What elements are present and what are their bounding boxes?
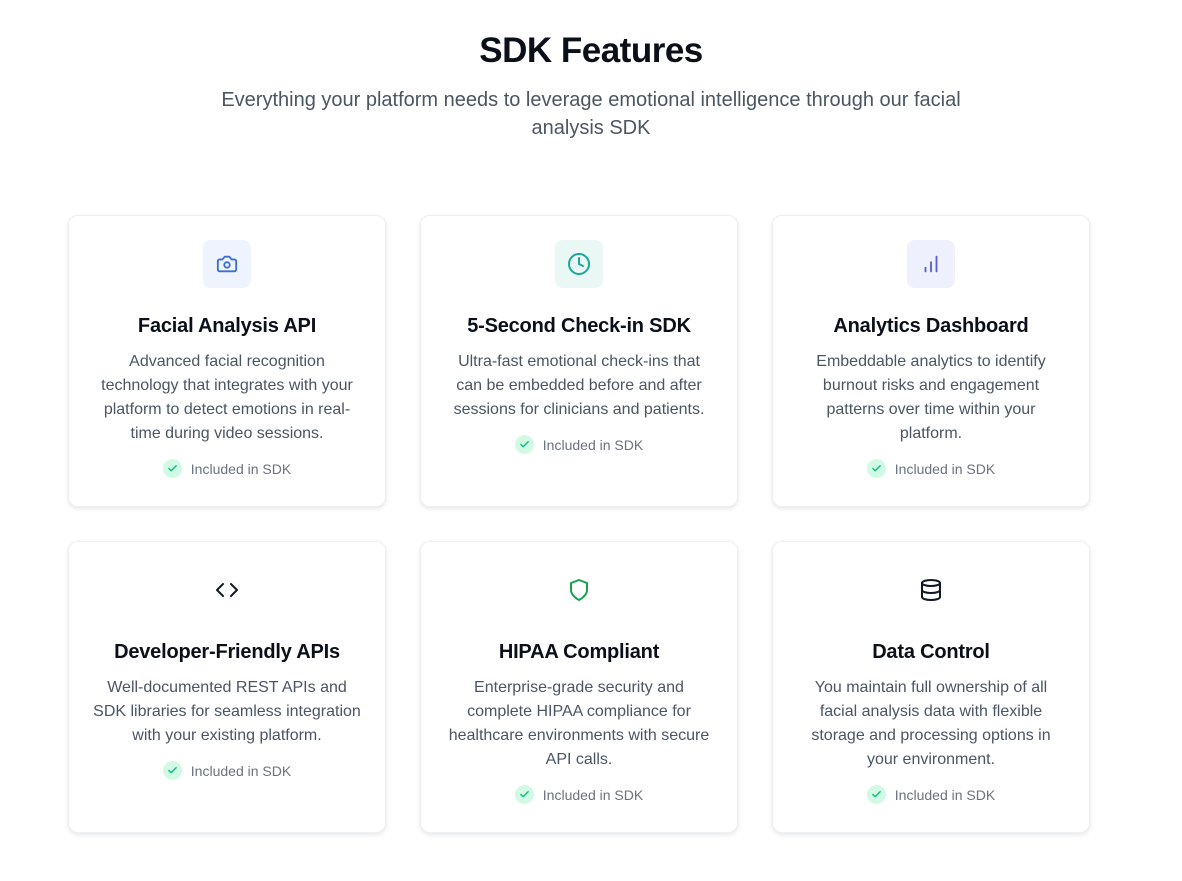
- included-badge: Included in SDK: [69, 459, 385, 478]
- feature-card-facial-analysis: Facial Analysis API Advanced facial reco…: [68, 215, 386, 507]
- included-label: Included in SDK: [894, 786, 996, 803]
- feature-title: Analytics Dashboard: [833, 315, 1029, 337]
- feature-title: 5-Second Check-in SDK: [467, 315, 691, 337]
- check-icon: [514, 785, 534, 804]
- feature-description: Embeddable analytics to identify burnout…: [816, 353, 1046, 442]
- check-icon: [514, 435, 534, 454]
- section-header: SDK Features Everything your platform ne…: [0, 0, 1182, 142]
- camera-icon: [203, 240, 251, 288]
- feature-description: Advanced facial recognition technology t…: [101, 353, 353, 442]
- feature-card-data-control: Data Control You maintain full ownership…: [772, 541, 1090, 833]
- feature-card-developer-apis: Developer-Friendly APIs Well-documented …: [68, 541, 386, 833]
- feature-title: Developer-Friendly APIs: [114, 641, 340, 663]
- feature-card-hipaa: HIPAA Compliant Enterprise-grade securit…: [420, 541, 738, 833]
- clock-icon: [555, 240, 603, 288]
- included-badge: Included in SDK: [69, 761, 385, 780]
- included-label: Included in SDK: [190, 460, 292, 477]
- sdk-features-section: SDK Features Everything your platform ne…: [0, 0, 1182, 881]
- code-icon: [203, 566, 251, 614]
- feature-title: HIPAA Compliant: [498, 641, 660, 663]
- included-label: Included in SDK: [190, 762, 292, 779]
- feature-title: Facial Analysis API: [137, 315, 317, 337]
- check-icon: [866, 785, 886, 804]
- feature-card-analytics: Analytics Dashboard Embeddable analytics…: [772, 215, 1090, 507]
- check-icon: [162, 761, 182, 780]
- included-label: Included in SDK: [542, 786, 644, 803]
- shield-icon: [555, 566, 603, 614]
- feature-description: Ultra-fast emotional check-ins that can …: [453, 353, 705, 418]
- check-icon: [866, 459, 886, 478]
- included-label: Included in SDK: [542, 436, 644, 453]
- bar-chart-icon: [907, 240, 955, 288]
- feature-card-check-in: 5-Second Check-in SDK Ultra-fast emotion…: [420, 215, 738, 507]
- feature-description: You maintain full ownership of all facia…: [811, 679, 1051, 768]
- included-badge: Included in SDK: [773, 459, 1089, 478]
- database-icon: [907, 566, 955, 614]
- included-badge: Included in SDK: [421, 435, 737, 454]
- check-icon: [162, 459, 182, 478]
- features-grid: Facial Analysis API Advanced facial reco…: [68, 215, 1090, 833]
- feature-title: Data Control: [872, 641, 990, 663]
- feature-description: Enterprise-grade security and complete H…: [448, 679, 710, 768]
- page-subtitle: Everything your platform needs to levera…: [221, 89, 961, 139]
- included-badge: Included in SDK: [773, 785, 1089, 804]
- page-title: SDK Features: [479, 31, 703, 70]
- included-label: Included in SDK: [894, 460, 996, 477]
- feature-description: Well-documented REST APIs and SDK librar…: [93, 679, 361, 744]
- included-badge: Included in SDK: [421, 785, 737, 804]
